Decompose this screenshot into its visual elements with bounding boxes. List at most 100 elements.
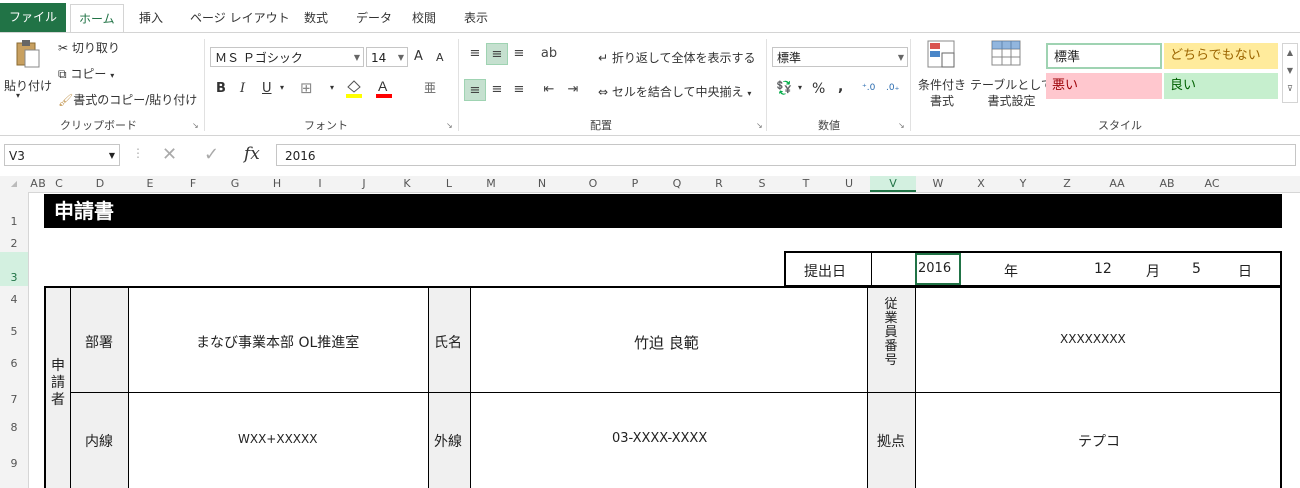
emp-label[interactable]: 従 業 員 番 号	[883, 298, 899, 368]
font-launcher-icon[interactable]: ↘	[446, 121, 453, 130]
month-value[interactable]: 12	[1094, 261, 1112, 277]
increase-decimal-icon[interactable]: ⁺.0	[862, 83, 875, 93]
ext-label[interactable]: 内線	[85, 431, 113, 451]
align-bottom-icon[interactable]: ≡	[508, 43, 530, 65]
row-header-3[interactable]: 3	[0, 252, 28, 286]
bold-button[interactable]: B	[216, 81, 226, 96]
tab-page-layout[interactable]: ページ レイアウト	[188, 6, 292, 30]
tab-insert[interactable]: 挿入	[137, 6, 165, 30]
font-color-button[interactable]: A	[374, 77, 394, 99]
column-header-l[interactable]: L	[428, 176, 470, 192]
column-header-r[interactable]: R	[698, 176, 740, 192]
column-header-b[interactable]: B	[38, 176, 46, 192]
phonetic-icon[interactable]: 亜	[424, 79, 436, 96]
column-header-ac[interactable]: AC	[1190, 176, 1234, 192]
select-all-corner[interactable]: ◢	[0, 176, 28, 192]
paste-label[interactable]: 貼り付け	[4, 77, 52, 94]
column-header-p[interactable]: P	[614, 176, 656, 192]
copy-button[interactable]: ⧉ コピー ▾	[58, 65, 114, 82]
column-header-q[interactable]: Q	[656, 176, 698, 192]
column-header-u[interactable]: U	[828, 176, 870, 192]
format-as-table-button[interactable]	[990, 39, 1024, 73]
column-header-y[interactable]: Y	[1002, 176, 1044, 192]
style-gallery-scroll[interactable]: ▲ ▼ ⊽	[1282, 43, 1298, 103]
column-header-v[interactable]: V	[870, 176, 916, 192]
name-label[interactable]: 氏名	[434, 332, 462, 352]
align-center-icon[interactable]: ≡	[486, 79, 508, 101]
column-header-aa[interactable]: AA	[1090, 176, 1144, 192]
outside-value[interactable]: 03-XXXX-XXXX	[612, 431, 707, 446]
column-header-k[interactable]: K	[386, 176, 428, 192]
column-header-m[interactable]: M	[470, 176, 512, 192]
tab-home[interactable]: ホーム	[70, 4, 124, 33]
conditional-format-label[interactable]: 条件付き 書式	[918, 77, 966, 109]
grow-font-button[interactable]: A	[414, 49, 423, 64]
row-header-7[interactable]: 7	[0, 372, 28, 408]
name-box[interactable]: V3 ▼	[4, 144, 120, 166]
style-bad[interactable]: 悪い	[1046, 73, 1162, 99]
percent-button[interactable]: %	[812, 81, 825, 97]
column-header-g[interactable]: G	[214, 176, 256, 192]
tab-file[interactable]: ファイル	[0, 3, 66, 32]
decrease-decimal-icon[interactable]: .0₊	[886, 83, 899, 93]
copy-dropdown-icon[interactable]: ▾	[110, 71, 114, 80]
applicant-label[interactable]: 申 請 者	[50, 358, 66, 409]
confirm-icon[interactable]: ✓	[204, 144, 219, 165]
underline-dropdown-icon[interactable]: ▾	[280, 83, 284, 92]
cut-button[interactable]: ✂ 切り取り	[58, 39, 120, 56]
formula-input[interactable]: 2016	[276, 144, 1296, 166]
increase-indent-icon[interactable]: ⇥	[562, 79, 584, 101]
row-header-6[interactable]: 6	[0, 340, 28, 372]
merge-center-button[interactable]: ⇔ セルを結合して中央揃え ▾	[598, 83, 751, 100]
cancel-icon[interactable]: ✕	[162, 144, 177, 165]
column-header-h[interactable]: H	[256, 176, 298, 192]
number-launcher-icon[interactable]: ↘	[898, 121, 905, 130]
tab-view[interactable]: 表示	[462, 6, 490, 30]
shrink-font-button[interactable]: A	[436, 51, 444, 64]
dept-value[interactable]: まなび事業本部 OL推進室	[196, 332, 359, 352]
ext-value[interactable]: WXX+XXXXX	[238, 432, 317, 446]
column-header-x[interactable]: X	[960, 176, 1002, 192]
italic-button[interactable]: I	[240, 81, 245, 96]
outside-label[interactable]: 外線	[434, 431, 462, 451]
column-header-c[interactable]: C	[46, 176, 72, 192]
row-header-4[interactable]: 4	[0, 286, 28, 308]
day-value[interactable]: 5	[1192, 261, 1201, 277]
fill-color-button[interactable]	[344, 77, 364, 99]
dept-label[interactable]: 部署	[85, 332, 113, 352]
row-header-2[interactable]: 2	[0, 230, 28, 252]
underline-button[interactable]: U	[262, 81, 272, 96]
tab-review[interactable]: 校閲	[410, 6, 438, 30]
decrease-indent-icon[interactable]: ⇤	[538, 79, 560, 101]
column-header-f[interactable]: F	[172, 176, 214, 192]
column-header-t[interactable]: T	[784, 176, 828, 192]
clipboard-launcher-icon[interactable]: ↘	[192, 121, 199, 130]
row-header-1[interactable]: 1	[0, 192, 28, 230]
paste-button[interactable]	[14, 39, 40, 69]
month-unit[interactable]: 月	[1146, 261, 1160, 281]
insert-function-icon[interactable]: fx	[244, 144, 260, 164]
column-header-a[interactable]: A	[30, 176, 38, 192]
align-middle-icon[interactable]: ≡	[486, 43, 508, 65]
column-header-n[interactable]: N	[512, 176, 572, 192]
row-header-9[interactable]: 9	[0, 436, 28, 472]
style-neutral[interactable]: どちらでもない	[1164, 43, 1278, 69]
number-format-combo[interactable]: 標準 ▼	[772, 47, 908, 67]
year-unit[interactable]: 年	[1004, 261, 1018, 281]
column-header-w[interactable]: W	[916, 176, 960, 192]
base-value[interactable]: テプコ	[1078, 431, 1120, 451]
comma-button[interactable]: ,	[838, 79, 843, 95]
orientation-icon[interactable]: ab	[538, 43, 560, 65]
align-top-icon[interactable]: ≡	[464, 43, 486, 65]
column-header-e[interactable]: E	[128, 176, 172, 192]
row-header-5[interactable]: 5	[0, 308, 28, 340]
column-header-s[interactable]: S	[740, 176, 784, 192]
column-header-z[interactable]: Z	[1044, 176, 1090, 192]
conditional-format-button[interactable]	[926, 39, 958, 73]
column-header-o[interactable]: O	[572, 176, 614, 192]
borders-icon[interactable]: ⊞	[300, 79, 313, 97]
align-right-icon[interactable]: ≡	[508, 79, 530, 101]
paste-dropdown-icon[interactable]: ▾	[16, 91, 20, 100]
font-size-combo[interactable]: 14 ▼	[366, 47, 408, 67]
borders-dropdown-icon[interactable]: ▾	[330, 83, 334, 92]
